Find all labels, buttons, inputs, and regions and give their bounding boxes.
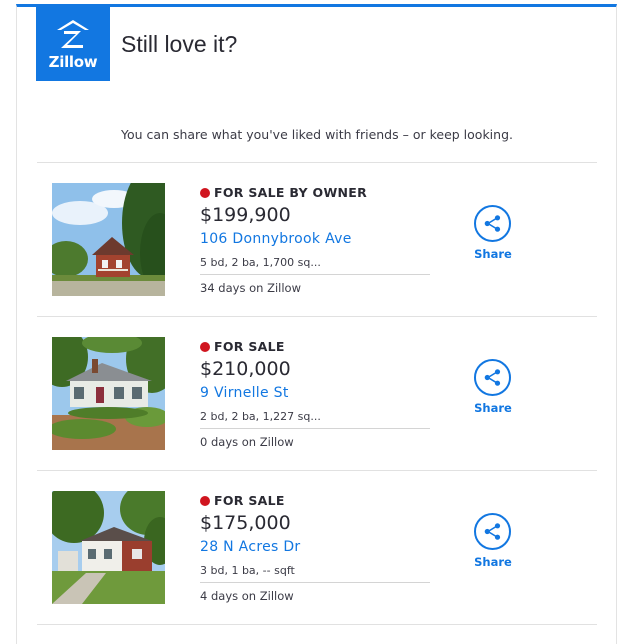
listing-divider [200,582,430,583]
listing-price: $199,900 [200,204,291,226]
listing-photo[interactable] [52,491,165,604]
listing-address-link[interactable]: 9 Virnelle St [200,385,289,401]
share-button[interactable]: Share [467,359,519,421]
listing-facts: 2 bd, 2 ba, 1,227 sq... [200,410,321,423]
zillow-logo[interactable]: Zillow [36,7,110,81]
days-on-zillow: 34 days on Zillow [200,281,301,295]
listing-address-link[interactable]: 28 N Acres Dr [200,539,300,555]
listing-status: FOR SALE [200,339,285,354]
share-label: Share [474,555,512,569]
zillow-z-icon [57,20,89,48]
share-icon [474,359,511,396]
listing-divider [200,274,430,275]
logo-wordmark: Zillow [48,53,98,71]
share-button[interactable]: Share [467,205,519,267]
status-dot-icon [200,496,210,506]
listing-photo[interactable] [52,337,165,450]
listing-facts: 3 bd, 1 ba, -- sqft [200,564,295,577]
listing-price: $175,000 [200,512,291,534]
share-label: Share [474,401,512,415]
share-icon [474,205,511,242]
listing-address-link[interactable]: 106 Donnybrook Ave [200,231,352,247]
listing-card: FOR SALE BY OWNER $199,900 106 Donnybroo… [37,162,597,316]
listing-status: FOR SALE [200,493,285,508]
listing-divider [200,428,430,429]
listing-card: FOR SALE $210,000 9 Virnelle St 2 bd, 2 … [37,316,597,470]
status-label: FOR SALE BY OWNER [214,185,368,200]
listing-status: FOR SALE BY OWNER [200,185,367,200]
status-label: FOR SALE [214,339,285,354]
page-title: Still love it? [121,31,238,57]
status-dot-icon [200,342,210,352]
status-label: FOR SALE [214,493,285,508]
status-dot-icon [200,188,210,198]
listing-facts: 5 bd, 2 ba, 1,700 sq... [200,256,321,269]
days-on-zillow: 0 days on Zillow [200,435,294,449]
share-icon [474,513,511,550]
days-on-zillow: 4 days on Zillow [200,589,294,603]
share-button[interactable]: Share [467,513,519,575]
listing-card: FOR SALE $175,000 28 N Acres Dr 3 bd, 1 … [37,470,597,624]
listing-photo[interactable] [52,183,165,296]
share-label: Share [474,247,512,261]
divider [37,624,597,625]
listing-price: $210,000 [200,358,291,380]
intro-text: You can share what you've liked with fri… [121,127,513,142]
